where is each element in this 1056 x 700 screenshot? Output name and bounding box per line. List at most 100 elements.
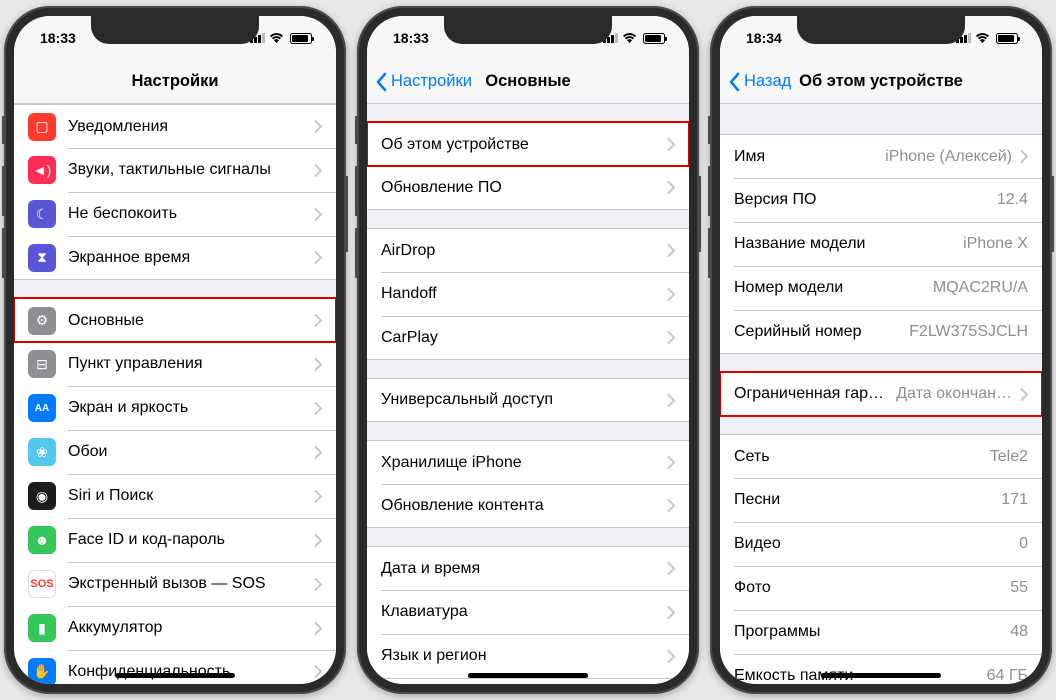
row-label: Обои <box>68 443 306 461</box>
wifi-icon <box>975 30 990 46</box>
row-label: Об этом устройстве <box>381 136 659 154</box>
chevron-right-icon <box>667 288 675 301</box>
row-label: Siri и Поиск <box>68 487 306 505</box>
display-icon: AA <box>28 394 56 422</box>
back-label: Назад <box>744 72 791 91</box>
nav-bar: Назад Об этом устройстве <box>720 60 1042 104</box>
row-software-update[interactable]: Обновление ПО <box>367 166 689 210</box>
row-sos[interactable]: SOSЭкстренный вызов — SOS <box>14 562 336 606</box>
battery-icon <box>290 33 312 44</box>
row-capacity[interactable]: Емкость памяти64 ГБ <box>720 654 1042 684</box>
settings-list[interactable]: ▢Уведомления ◄) Звуки, тактильные сигналы ☾… <box>14 104 336 684</box>
status-time: 18:34 <box>746 30 782 46</box>
group-about: Об этом устройстве Обновление ПО <box>367 122 689 210</box>
wifi-icon <box>622 30 637 46</box>
notch <box>91 16 259 44</box>
row-do-not-disturb[interactable]: ☾Не беспокоить <box>14 192 336 236</box>
chevron-right-icon <box>667 562 675 575</box>
back-button[interactable]: Назад <box>728 72 791 92</box>
group-general: ⚙Основные⊟Пункт управленияAAЭкран и ярко… <box>14 298 336 684</box>
general-list[interactable]: Об этом устройстве Обновление ПО AirDrop H… <box>367 104 689 684</box>
row-storage[interactable]: Хранилище iPhone <box>367 440 689 484</box>
row-model-name[interactable]: Название модели iPhone X <box>720 222 1042 266</box>
group-warranty: Ограниченная гарантияДата окончан… <box>720 372 1042 416</box>
row-label: Фото <box>734 579 1002 597</box>
group-locale: Дата и времяКлавиатураЯзык и регионСлова… <box>367 546 689 684</box>
row-general[interactable]: ⚙Основные <box>14 298 336 342</box>
battery-icon <box>996 33 1018 44</box>
back-button[interactable]: Настройки <box>375 72 472 92</box>
row-model-number[interactable]: Номер моделиMQAC2RU/A <box>720 266 1042 310</box>
row-display[interactable]: AAЭкран и яркость <box>14 386 336 430</box>
chevron-right-icon <box>667 499 675 512</box>
row-label: Название модели <box>734 235 955 253</box>
chevron-right-icon <box>314 402 322 415</box>
sos-icon: SOS <box>28 570 56 598</box>
row-control-center[interactable]: ⊟Пункт управления <box>14 342 336 386</box>
row-value: 12.4 <box>997 191 1028 209</box>
row-warranty[interactable]: Ограниченная гарантияДата окончан… <box>720 372 1042 416</box>
row-label: Звуки, тактильные сигналы <box>68 161 306 179</box>
row-photos[interactable]: Фото55 <box>720 566 1042 610</box>
status-time: 18:33 <box>393 30 429 46</box>
row-accessibility[interactable]: Универсальный доступ <box>367 378 689 422</box>
nav-bar: Настройки Основные <box>367 60 689 104</box>
home-indicator[interactable] <box>821 673 941 678</box>
row-label: Handoff <box>381 285 659 303</box>
row-dictionary[interactable]: Словарь <box>367 678 689 684</box>
row-value: 0 <box>1019 535 1028 553</box>
chevron-right-icon <box>667 244 675 257</box>
row-videos[interactable]: Видео0 <box>720 522 1042 566</box>
row-wallpaper[interactable]: ❀Обои <box>14 430 336 474</box>
row-value: 64 ГБ <box>987 667 1028 684</box>
row-keyboard[interactable]: Клавиатура <box>367 590 689 634</box>
row-carplay[interactable]: CarPlay <box>367 316 689 360</box>
row-about[interactable]: Об этом устройстве <box>367 122 689 166</box>
chevron-right-icon <box>314 665 322 678</box>
group-storage: Хранилище iPhone Обновление контента <box>367 440 689 528</box>
chevron-right-icon <box>314 534 322 547</box>
row-date-time[interactable]: Дата и время <box>367 546 689 590</box>
row-privacy[interactable]: ✋Конфиденциальность <box>14 650 336 684</box>
row-label: Аккумулятор <box>68 619 306 637</box>
chevron-right-icon <box>667 331 675 344</box>
row-handoff[interactable]: Handoff <box>367 272 689 316</box>
row-version[interactable]: Версия ПО12.4 <box>720 178 1042 222</box>
row-airdrop[interactable]: AirDrop <box>367 228 689 272</box>
row-label: Основные <box>68 312 306 330</box>
row-value: Tele2 <box>990 448 1028 466</box>
row-notifications[interactable]: ▢Уведомления <box>14 104 336 148</box>
row-label: Хранилище iPhone <box>381 454 659 472</box>
chevron-right-icon <box>667 606 675 619</box>
row-label: CarPlay <box>381 329 659 347</box>
row-background-refresh[interactable]: Обновление контента <box>367 484 689 528</box>
chevron-right-icon <box>314 164 322 177</box>
home-indicator[interactable] <box>468 673 588 678</box>
row-songs[interactable]: Песни171 <box>720 478 1042 522</box>
row-screen-time[interactable]: ⧗Экранное время <box>14 236 336 280</box>
row-value: iPhone X <box>963 235 1028 253</box>
chevron-right-icon <box>314 358 322 371</box>
status-time: 18:33 <box>40 30 76 46</box>
page-title: Основные <box>485 72 570 91</box>
notch <box>797 16 965 44</box>
sounds-icon: ◄) <box>28 156 56 184</box>
row-apps[interactable]: Программы48 <box>720 610 1042 654</box>
do-not-disturb-icon: ☾ <box>28 200 56 228</box>
page-title: Об этом устройстве <box>799 72 963 91</box>
phone-settings: 18:33 Настройки ▢Уведомления◄)Звуки, так… <box>4 6 346 694</box>
row-network[interactable]: СетьTele2 <box>720 434 1042 478</box>
chevron-right-icon <box>314 578 322 591</box>
home-indicator[interactable] <box>115 673 235 678</box>
row-serial[interactable]: Серийный номерF2LW375SJCLH <box>720 310 1042 354</box>
row-sounds[interactable]: ◄) Звуки, тактильные сигналы <box>14 148 336 192</box>
row-label: Обновление контента <box>381 497 659 515</box>
row-language[interactable]: Язык и регион <box>367 634 689 678</box>
row-face-id[interactable]: ☻Face ID и код-пароль <box>14 518 336 562</box>
row-name[interactable]: ИмяiPhone (Алексей) <box>720 134 1042 178</box>
face-id-icon: ☻ <box>28 526 56 554</box>
row-battery[interactable]: ▮Аккумулятор <box>14 606 336 650</box>
row-siri[interactable]: ◉Siri и Поиск <box>14 474 336 518</box>
about-list[interactable]: ИмяiPhone (Алексей)Версия ПО12.4Название… <box>720 104 1042 684</box>
privacy-icon: ✋ <box>28 658 56 685</box>
